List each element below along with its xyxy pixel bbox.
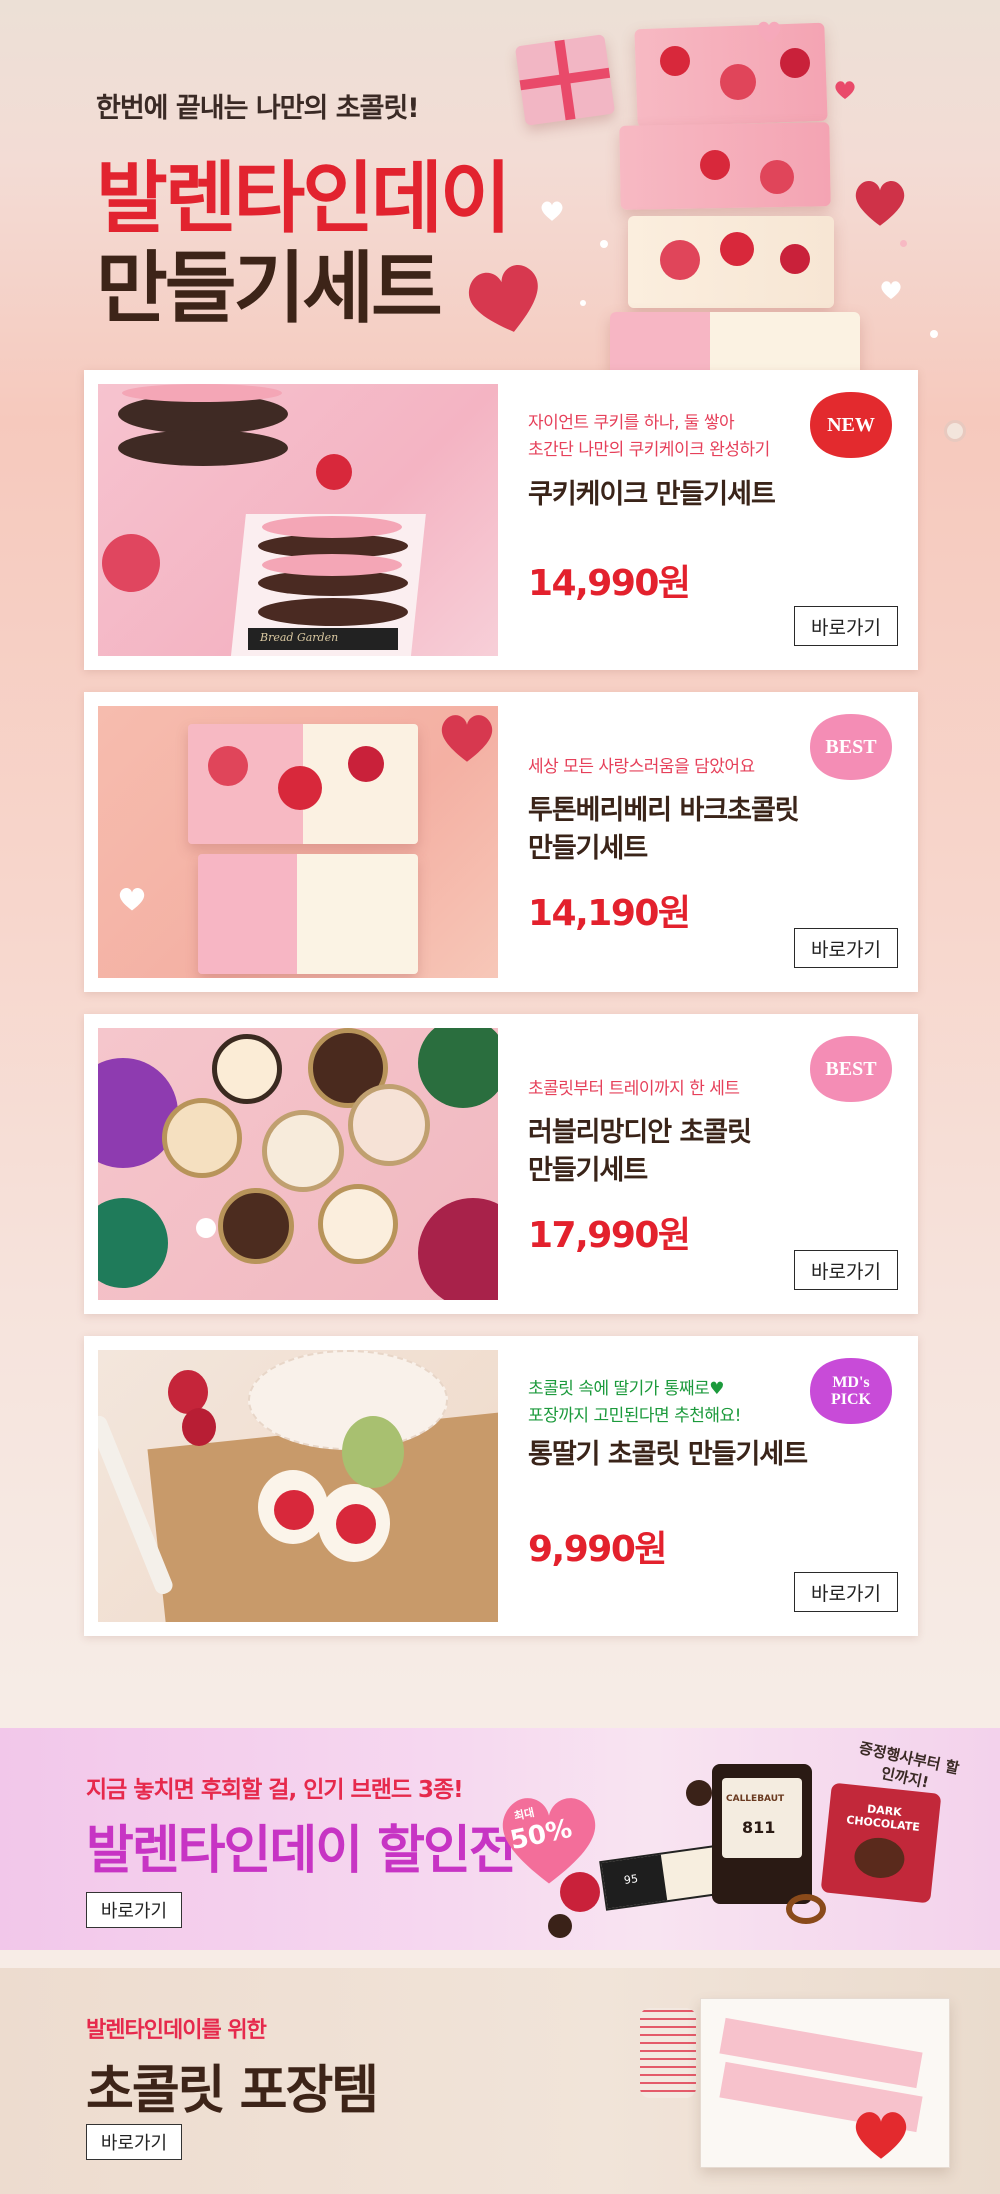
pretzel-icon xyxy=(786,1894,826,1924)
product-name: 투톤베리베리 바크초콜릿 만들기세트 xyxy=(528,792,800,868)
best-badge: BEST xyxy=(808,710,894,784)
valentine-sale-banner[interactable]: 지금 놓치면 후회할 걸, 인기 브랜드 3종! 발렌타인데이 할인전 바로가기… xyxy=(0,1728,1000,1950)
product-name: 통딸기 초콜릿 만들기세트 xyxy=(528,1436,808,1474)
product-name-line: 통딸기 초콜릿 만들기세트 xyxy=(528,1439,808,1470)
product-card-mendiant[interactable]: 초콜릿부터 트레이까지 한 세트 러블리망디안 초콜릿 만들기세트 17,990… xyxy=(84,1014,918,1314)
go-button[interactable]: 바로가기 xyxy=(794,606,898,646)
product-name-line: 만들기세트 xyxy=(528,833,648,864)
strawberry-piece xyxy=(720,64,756,100)
product-description: 자이언트 쿠키를 하나, 둘 쌓아 초간단 나만의 쿠키케이크 완성하기 xyxy=(528,410,770,464)
pack-banner-go-button[interactable]: 바로가기 xyxy=(86,2124,182,2160)
product-label: DARK CHOCOLATE xyxy=(845,1802,921,1834)
product-description-line: 초콜릿 속에 딸기가 통째로♥ xyxy=(528,1379,724,1399)
sprinkle xyxy=(900,240,907,247)
gift-box-illustration xyxy=(514,34,616,126)
dark-chocolate-pouch-image: DARK CHOCOLATE xyxy=(820,1782,942,1904)
product-description-line: 포장까지 고민된다면 추천해요! xyxy=(528,1406,741,1426)
product-card-berry-bark[interactable]: 세상 모든 사랑스러움을 담았어요 투톤베리베리 바크초콜릿 만들기세트 14,… xyxy=(84,692,918,992)
md-pick-badge: MD's PICK xyxy=(808,1354,894,1428)
strawberry-piece xyxy=(760,160,794,194)
go-button[interactable]: 바로가기 xyxy=(794,1250,898,1290)
cake-board-label: Bread Garden xyxy=(260,631,339,644)
sale-banner-subtitle: 지금 놓치면 후회할 걸, 인기 브랜드 3종! xyxy=(86,1777,464,1803)
product-name: 쿠키케이크 만들기세트 xyxy=(528,476,776,514)
product-card-cookie-cake[interactable]: Bread Garden 자이언트 쿠키를 하나, 둘 쌓아 초간단 나만의 쿠… xyxy=(84,370,918,670)
small-heart-icon xyxy=(540,200,564,222)
product-label: 811 xyxy=(742,1818,776,1837)
product-description-line: 초콜릿부터 트레이까지 한 세트 xyxy=(528,1079,740,1099)
product-description-line: 자이언트 쿠키를 하나, 둘 쌓아 xyxy=(528,413,735,433)
product-description: 초콜릿 속에 딸기가 통째로♥ 포장까지 고민된다면 추천해요! xyxy=(528,1376,741,1430)
sale-banner-go-button[interactable]: 바로가기 xyxy=(86,1892,182,1928)
truffle-icon xyxy=(686,1780,712,1806)
packaging-banner[interactable]: 발렌타인데이를 위한 초콜릿 포장템 바로가기 xyxy=(0,1968,1000,2194)
product-price: 14,190원 xyxy=(528,893,691,934)
callebaut-bag-image: CALLEBAUT 811 xyxy=(712,1764,812,1904)
product-description: 세상 모든 사랑스러움을 담았어요 xyxy=(528,754,755,781)
sprinkle xyxy=(580,300,586,306)
product-price: 17,990원 xyxy=(528,1215,691,1256)
new-badge: NEW xyxy=(808,388,894,462)
strawberry-piece xyxy=(780,244,810,274)
hero-pretitle: 한번에 끝내는 나만의 초콜릿! xyxy=(96,93,420,124)
sale-banner-title: 발렌타인데이 할인전 xyxy=(86,1821,517,1881)
product-image-cookie-cake: Bread Garden xyxy=(98,384,498,656)
product-label: 95 xyxy=(623,1872,639,1887)
hero-title-line2: 만들기세트 xyxy=(96,244,443,334)
pack-banner-title: 초콜릿 포장템 xyxy=(86,2061,379,2121)
product-description-line: 세상 모든 사랑스러움을 담았어요 xyxy=(528,757,755,777)
product-name-line: 쿠키케이크 만들기세트 xyxy=(528,479,776,510)
best-badge: BEST xyxy=(808,1032,894,1106)
product-description: 초콜릿부터 트레이까지 한 세트 xyxy=(528,1076,740,1103)
product-price: 14,990원 xyxy=(528,563,691,604)
sprinkle xyxy=(944,420,966,442)
product-description-line: 초간단 나만의 쿠키케이크 완성하기 xyxy=(528,440,770,460)
product-image-whole-strawberry xyxy=(98,1350,498,1622)
strawberry-piece xyxy=(720,232,754,266)
product-name-line: 만들기세트 xyxy=(528,1155,648,1186)
product-name-line: 투톤베리베리 바크초콜릿 xyxy=(528,795,800,826)
go-button[interactable]: 바로가기 xyxy=(794,1572,898,1612)
strawberry-piece xyxy=(660,46,690,76)
gift-box-image xyxy=(700,1998,950,2168)
small-heart-icon xyxy=(756,20,782,44)
strawberry-piece xyxy=(660,240,700,280)
glitter-heart-icon xyxy=(852,178,908,228)
glitter-heart-icon xyxy=(458,255,553,344)
strawberry-piece xyxy=(700,150,730,180)
product-label: CALLEBAUT xyxy=(726,1794,785,1804)
two-tone-chocolate-bar xyxy=(610,312,860,376)
twine-spool-image xyxy=(640,2008,696,2098)
pack-banner-subtitle: 발렌타인데이를 위한 xyxy=(86,2018,267,2043)
small-heart-icon xyxy=(834,80,856,100)
product-image-berry-bark xyxy=(98,706,498,978)
sprinkle xyxy=(930,330,938,338)
go-button[interactable]: 바로가기 xyxy=(794,928,898,968)
strawberry-icon xyxy=(560,1872,600,1912)
product-image-mendiant xyxy=(98,1028,498,1300)
product-name: 러블리망디안 초콜릿 만들기세트 xyxy=(528,1114,752,1190)
truffle-icon xyxy=(548,1914,572,1938)
product-name-line: 러블리망디안 초콜릿 xyxy=(528,1117,752,1148)
strawberry-piece xyxy=(780,48,810,78)
small-heart-icon xyxy=(880,280,902,300)
product-price: 9,990원 xyxy=(528,1529,668,1570)
sprinkle xyxy=(600,240,608,248)
product-card-whole-strawberry[interactable]: 초콜릿 속에 딸기가 통째로♥ 포장까지 고민된다면 추천해요! 통딸기 초콜릿… xyxy=(84,1336,918,1636)
